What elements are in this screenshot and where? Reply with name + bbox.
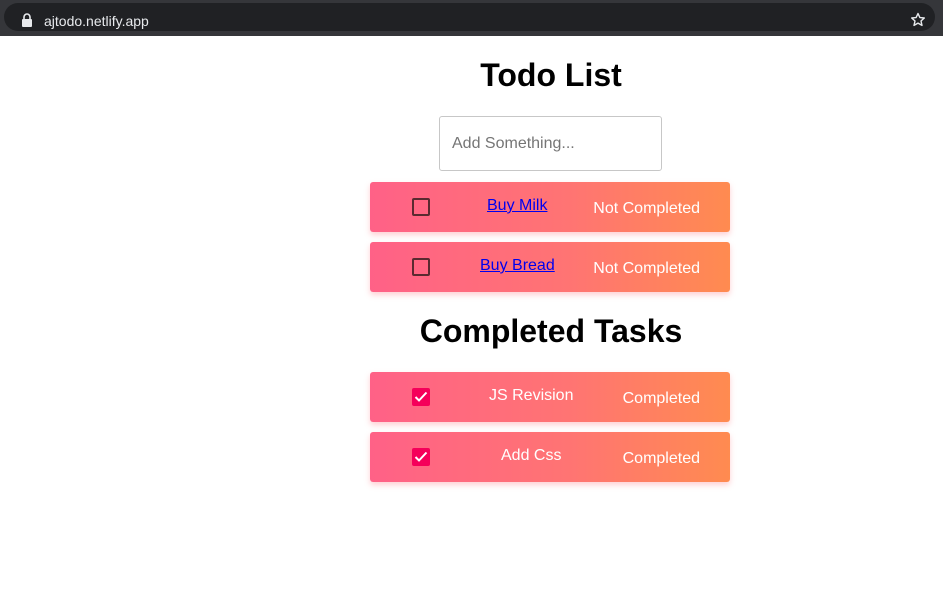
todo-label-link[interactable]: Buy Bread <box>480 256 555 276</box>
todo-list-title: Todo List <box>480 57 622 93</box>
status-label: Completed <box>622 390 700 407</box>
completed-label: Add Css <box>501 447 562 464</box>
todo-item: Buy Bread Not Completed <box>370 242 730 292</box>
url-field[interactable]: ajtodo.netlify.app <box>4 3 935 31</box>
todo-label-link[interactable]: Buy Milk <box>487 196 547 216</box>
status-label: Not Completed <box>593 260 700 277</box>
star-icon[interactable] <box>910 12 926 28</box>
todo-item: Buy Milk Not Completed <box>370 182 730 232</box>
completed-tasks-title: Completed Tasks <box>419 313 683 349</box>
check-icon <box>414 391 428 402</box>
check-icon <box>414 451 428 462</box>
lock-icon <box>22 13 32 27</box>
browser-address-bar: ajtodo.netlify.app <box>0 0 943 36</box>
status-label: Completed <box>622 450 700 467</box>
completed-checkbox[interactable] <box>412 388 430 406</box>
url-text[interactable]: ajtodo.netlify.app <box>44 12 149 30</box>
completed-label: JS Revision <box>489 387 574 404</box>
add-todo-input[interactable] <box>439 116 662 171</box>
completed-item: JS Revision Completed <box>370 372 730 422</box>
todo-checkbox[interactable] <box>412 258 430 276</box>
status-label: Not Completed <box>593 200 700 217</box>
todo-checkbox[interactable] <box>412 198 430 216</box>
completed-checkbox[interactable] <box>412 448 430 466</box>
completed-item: Add Css Completed <box>370 432 730 482</box>
